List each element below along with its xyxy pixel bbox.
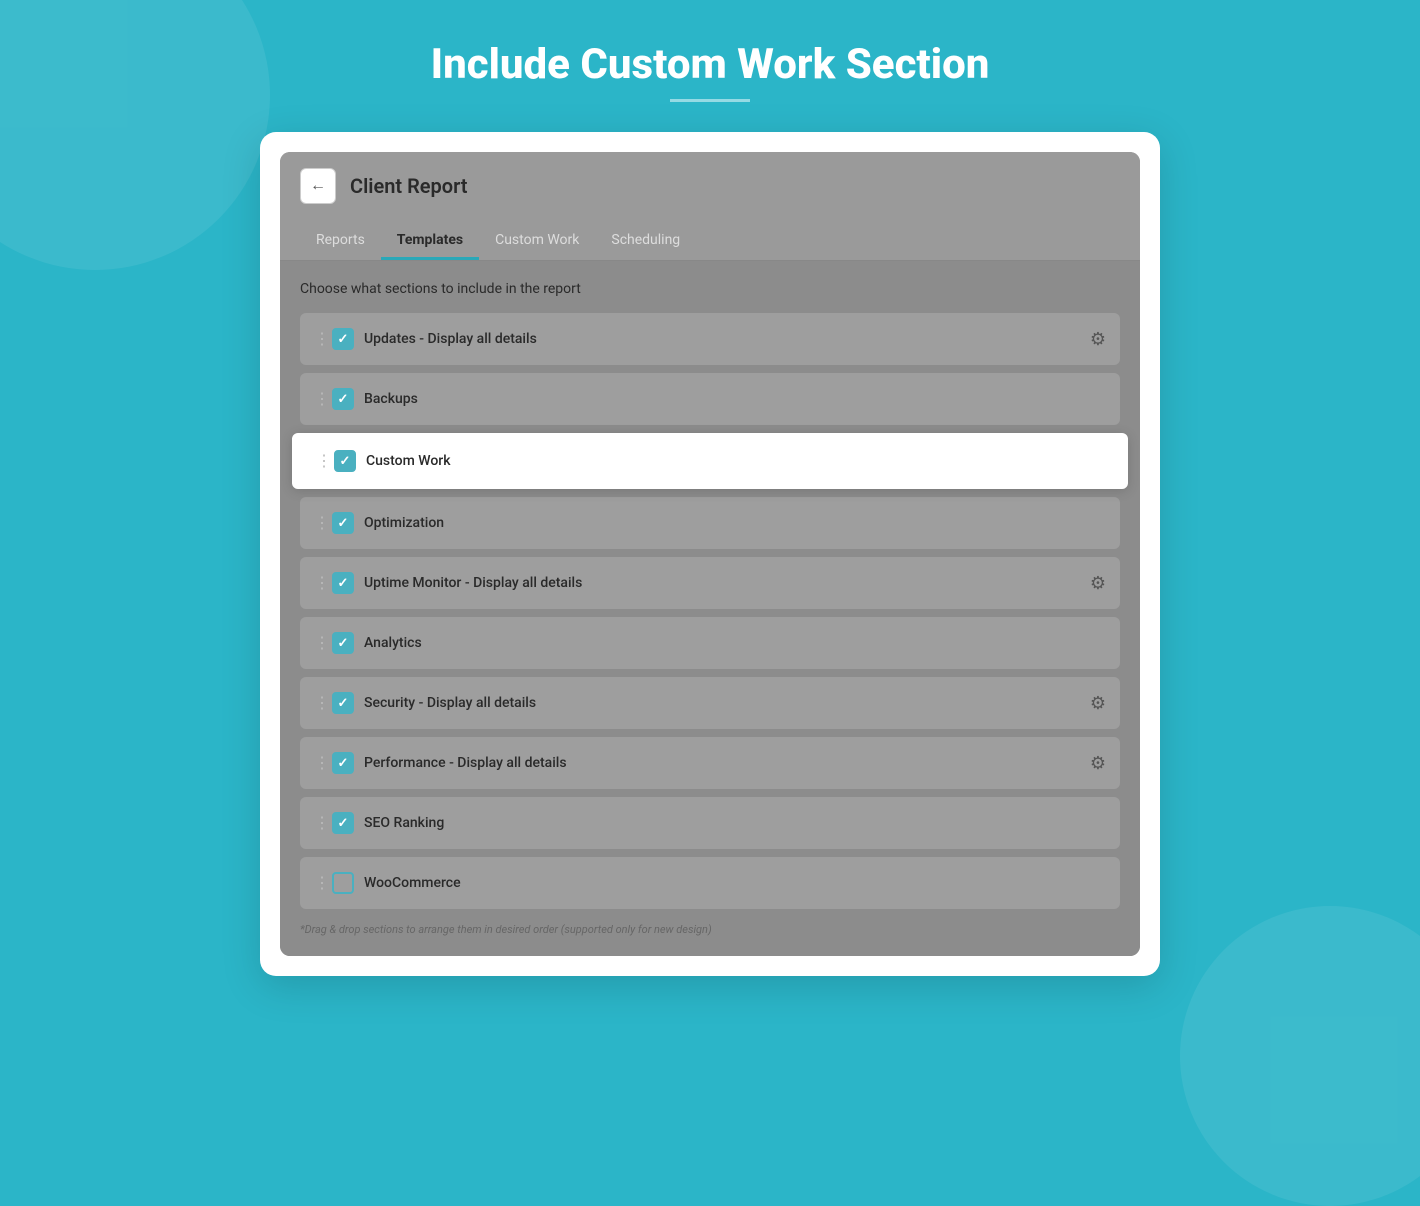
drag-handle[interactable] xyxy=(314,629,318,657)
drag-handle[interactable] xyxy=(314,809,318,837)
row-label-uptime: Uptime Monitor - Display all details xyxy=(364,575,1080,591)
app-panel: ← Client Report Reports Templates Custom… xyxy=(280,152,1140,956)
card-container: ← Client Report Reports Templates Custom… xyxy=(260,132,1160,976)
back-button[interactable]: ← xyxy=(300,168,336,204)
drag-handle[interactable] xyxy=(314,385,318,413)
checkbox-uptime[interactable] xyxy=(332,572,354,594)
tab-reports[interactable]: Reports xyxy=(300,220,381,260)
row-label-performance: Performance - Display all details xyxy=(364,755,1080,771)
row-label-backups: Backups xyxy=(364,391,1106,407)
checkbox-performance[interactable] xyxy=(332,752,354,774)
panel-title: Client Report xyxy=(350,174,468,198)
checkbox-backups[interactable] xyxy=(332,388,354,410)
panel-header: ← Client Report xyxy=(280,152,1140,220)
section-label: Choose what sections to include in the r… xyxy=(300,281,1120,297)
drag-handle[interactable] xyxy=(314,509,318,537)
list-item: Analytics xyxy=(300,617,1120,669)
checkbox-optimization[interactable] xyxy=(332,512,354,534)
list-item: Updates - Display all details ⚙ xyxy=(300,313,1120,365)
gear-icon-uptime[interactable]: ⚙ xyxy=(1090,573,1106,594)
tabs-bar: Reports Templates Custom Work Scheduling xyxy=(280,220,1140,261)
checkbox-security[interactable] xyxy=(332,692,354,714)
list-item: Performance - Display all details ⚙ xyxy=(300,737,1120,789)
checklist: Updates - Display all details ⚙ Backups … xyxy=(300,313,1120,909)
list-item: SEO Ranking xyxy=(300,797,1120,849)
list-item: WooCommerce xyxy=(300,857,1120,909)
list-item: Backups xyxy=(300,373,1120,425)
list-item: Optimization xyxy=(300,497,1120,549)
drag-handle[interactable] xyxy=(316,447,320,475)
panel-content: Choose what sections to include in the r… xyxy=(280,261,1140,956)
footer-note: *Drag & drop sections to arrange them in… xyxy=(300,923,1120,936)
checkbox-analytics[interactable] xyxy=(332,632,354,654)
title-underline xyxy=(670,99,750,102)
list-item: Uptime Monitor - Display all details ⚙ xyxy=(300,557,1120,609)
row-label-updates: Updates - Display all details xyxy=(364,331,1080,347)
drag-handle[interactable] xyxy=(314,569,318,597)
checkbox-seo[interactable] xyxy=(332,812,354,834)
list-item: Security - Display all details ⚙ xyxy=(300,677,1120,729)
tab-templates[interactable]: Templates xyxy=(381,220,479,260)
gear-icon-performance[interactable]: ⚙ xyxy=(1090,753,1106,774)
page-title: Include Custom Work Section xyxy=(431,40,990,89)
row-label-seo: SEO Ranking xyxy=(364,815,1106,831)
checkbox-custom-work[interactable] xyxy=(334,450,356,472)
row-label-woocommerce: WooCommerce xyxy=(364,875,1106,891)
drag-handle[interactable] xyxy=(314,325,318,353)
tab-scheduling[interactable]: Scheduling xyxy=(595,220,696,260)
list-item-custom-work: Custom Work xyxy=(292,433,1128,489)
drag-handle[interactable] xyxy=(314,869,318,897)
tab-custom-work[interactable]: Custom Work xyxy=(479,220,595,260)
row-label-optimization: Optimization xyxy=(364,515,1106,531)
gear-icon-updates[interactable]: ⚙ xyxy=(1090,329,1106,350)
row-label-analytics: Analytics xyxy=(364,635,1106,651)
gear-icon-security[interactable]: ⚙ xyxy=(1090,693,1106,714)
checkbox-updates[interactable] xyxy=(332,328,354,350)
drag-handle[interactable] xyxy=(314,749,318,777)
row-label-custom-work: Custom Work xyxy=(366,453,1104,469)
row-label-security: Security - Display all details xyxy=(364,695,1080,711)
drag-handle[interactable] xyxy=(314,689,318,717)
checkbox-woocommerce[interactable] xyxy=(332,872,354,894)
